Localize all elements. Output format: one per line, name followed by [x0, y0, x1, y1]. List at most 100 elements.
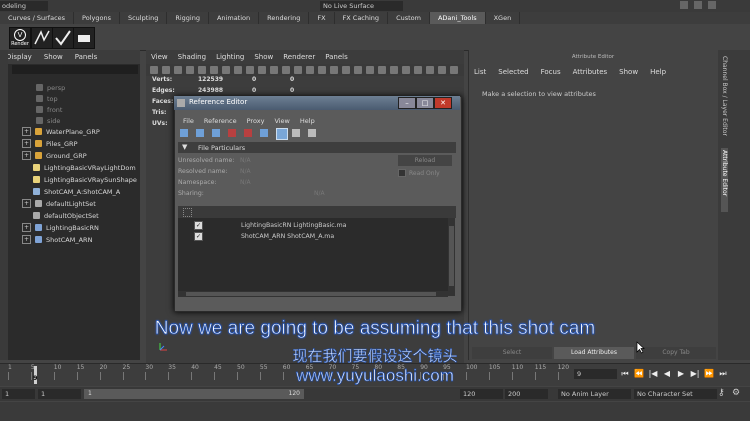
- anim-layer-dropdown[interactable]: No Anim Layer: [558, 389, 631, 399]
- read-only-option[interactable]: Read Only: [398, 169, 440, 177]
- reference-editor-menu-item[interactable]: Reference: [199, 117, 242, 125]
- mode-selector[interactable]: odeling: [0, 1, 48, 11]
- shelf-tab[interactable]: XGen: [486, 12, 521, 24]
- viewport-tool-icon[interactable]: [354, 66, 362, 74]
- reference-row[interactable]: ✓ ShotCAM_ARN ShotCAM_A.ma: [194, 232, 334, 241]
- expand-icon[interactable]: +: [22, 151, 31, 160]
- viewport-tool-icon[interactable]: [294, 66, 302, 74]
- file-particulars-header[interactable]: ▼ File Particulars: [178, 142, 456, 153]
- hscrollbar-thumb[interactable]: [186, 292, 436, 296]
- tree-view-icon[interactable]: [292, 129, 300, 137]
- panel-icon[interactable]: [680, 1, 688, 9]
- character-set-dropdown[interactable]: No Character Set: [634, 389, 717, 399]
- shelf-tab[interactable]: ADani_Tools: [429, 12, 486, 24]
- channel-box-tab[interactable]: Channel Box / Layer Editor: [721, 56, 728, 146]
- shelf-tab[interactable]: Rendering: [259, 12, 310, 24]
- viewport-tool-icon[interactable]: [306, 66, 314, 74]
- shelf-tab[interactable]: Curves / Surfaces: [0, 12, 75, 24]
- reference-list-hscrollbar[interactable]: [178, 291, 448, 297]
- outliner-item[interactable]: + LightingBasicRN: [0, 222, 140, 233]
- viewport-tool-icon[interactable]: [210, 66, 218, 74]
- viewport-tool-icon[interactable]: [186, 66, 194, 74]
- minimize-button[interactable]: –: [398, 97, 416, 109]
- attribute-editor-menu-item[interactable]: Help: [644, 68, 672, 76]
- outliner-item[interactable]: + Piles_GRP: [0, 138, 140, 149]
- outliner-camera-item[interactable]: side: [0, 115, 140, 126]
- outliner-item[interactable]: ShotCAM_A:ShotCAM_A: [0, 186, 140, 197]
- preferences-icon[interactable]: ⚙: [732, 388, 740, 398]
- reference-checkbox[interactable]: ✓: [194, 221, 203, 230]
- unload-reference-icon[interactable]: [228, 129, 236, 137]
- outliner-menu-show[interactable]: Show: [38, 53, 69, 61]
- playback-start-field[interactable]: 1: [38, 389, 81, 399]
- shelf-tab[interactable]: FX: [309, 12, 335, 24]
- playback-end-field[interactable]: 120: [460, 389, 503, 399]
- range-slider[interactable]: 1 120: [84, 389, 304, 399]
- list-view-icon[interactable]: [276, 128, 288, 140]
- auto-key-icon[interactable]: ⚷: [718, 388, 725, 398]
- read-only-checkbox[interactable]: [398, 169, 406, 177]
- reload-reference-icon[interactable]: [212, 129, 220, 137]
- viewport-tool-icon[interactable]: [402, 66, 410, 74]
- viewport-tool-icon[interactable]: [342, 66, 350, 74]
- attribute-editor-menu-item[interactable]: Focus: [535, 68, 567, 76]
- expand-icon[interactable]: +: [22, 127, 31, 136]
- outliner-search-field[interactable]: [12, 65, 138, 74]
- remove-reference-icon[interactable]: [244, 129, 252, 137]
- top-right-icons[interactable]: [680, 1, 740, 11]
- outliner-item[interactable]: + WaterPlane_GRP: [0, 126, 140, 137]
- attribute-editor-menu-item[interactable]: Attributes: [567, 68, 614, 76]
- viewport-tool-icon[interactable]: [270, 66, 278, 74]
- range-end-field[interactable]: 200: [505, 389, 548, 399]
- live-surface-field[interactable]: No Live Surface: [320, 1, 403, 11]
- expand-icon[interactable]: +: [22, 223, 31, 232]
- outliner-menu-panels[interactable]: Panels: [69, 53, 104, 61]
- attribute-editor-menu-item[interactable]: Show: [613, 68, 644, 76]
- attribute-editor-tab[interactable]: Attribute Editor: [721, 148, 728, 212]
- panel-icon[interactable]: [694, 1, 703, 9]
- viewport-menu-item[interactable]: View: [146, 53, 173, 61]
- viewport-tool-icon[interactable]: [366, 66, 374, 74]
- viewport-tool-icon[interactable]: [378, 66, 386, 74]
- reference-editor-menu-item[interactable]: File: [178, 117, 199, 125]
- reference-row[interactable]: ✓ LightingBasicRN LightingBasic.ma: [194, 221, 346, 230]
- details-view-icon[interactable]: [308, 129, 316, 137]
- outliner-camera-item[interactable]: persp: [0, 82, 140, 93]
- outliner-camera-item[interactable]: top: [0, 93, 140, 104]
- viewport-tool-icon[interactable]: [438, 66, 446, 74]
- create-reference-icon[interactable]: [180, 129, 188, 137]
- viewport-tool-icon[interactable]: [222, 66, 230, 74]
- outliner-item[interactable]: LightingBasicVRaySunShape: [0, 174, 140, 185]
- viewport-tool-icon[interactable]: [426, 66, 434, 74]
- reference-list-scrollbar[interactable]: [448, 218, 455, 296]
- viewport-tool-icon[interactable]: [150, 66, 158, 74]
- viewport-tool-icon[interactable]: [282, 66, 290, 74]
- shelf-tab[interactable]: Sculpting: [120, 12, 168, 24]
- shelf-tab[interactable]: Polygons: [74, 12, 120, 24]
- maximize-button[interactable]: □: [416, 97, 434, 109]
- shelf-tab[interactable]: Custom: [388, 12, 430, 24]
- viewport-tool-icon[interactable]: [414, 66, 422, 74]
- attribute-editor-menu-item[interactable]: Selected: [492, 68, 534, 76]
- import-reference-icon[interactable]: [196, 129, 204, 137]
- outliner-item[interactable]: defaultObjectSet: [0, 210, 140, 221]
- viewport-tool-icon[interactable]: [246, 66, 254, 74]
- shelf-tab[interactable]: Rigging: [167, 12, 209, 24]
- viewport-tool-icon[interactable]: [450, 66, 458, 74]
- expand-icon[interactable]: +: [22, 235, 31, 244]
- viewport-menu-item[interactable]: Lighting: [211, 53, 249, 61]
- eraser-shelf-icon[interactable]: [73, 27, 95, 49]
- expand-icon[interactable]: +: [22, 139, 31, 148]
- reference-editor-menu-item[interactable]: Help: [295, 117, 320, 125]
- range-start-field[interactable]: 1: [2, 389, 35, 399]
- reload-button[interactable]: Reload: [398, 155, 452, 166]
- viewport-tool-icon[interactable]: [198, 66, 206, 74]
- viewport-tool-icon[interactable]: [330, 66, 338, 74]
- reference-editor-menu-item[interactable]: View: [269, 117, 294, 125]
- scrollbar-thumb[interactable]: [449, 226, 454, 286]
- viewport-tool-icon[interactable]: [174, 66, 182, 74]
- reference-editor-titlebar[interactable]: Reference Editor – □ ✕: [174, 96, 460, 110]
- viewport-tool-icon[interactable]: [162, 66, 170, 74]
- attribute-editor-menu-item[interactable]: List: [468, 68, 492, 76]
- shelf-tab[interactable]: FX Caching: [335, 12, 389, 24]
